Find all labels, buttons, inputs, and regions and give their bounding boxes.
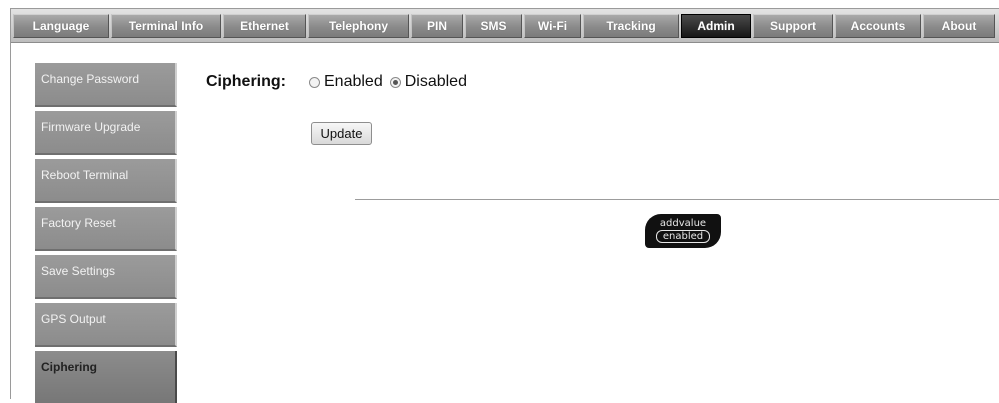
tab-terminal-info[interactable]: Terminal Info — [111, 14, 221, 38]
content-divider — [355, 199, 999, 200]
sidebar-item-save-settings[interactable]: Save Settings — [35, 255, 177, 299]
enabled-radio-label[interactable]: Enabled — [324, 73, 383, 91]
tab-sms[interactable]: SMS — [465, 14, 522, 38]
tab-support[interactable]: Support — [753, 14, 833, 38]
tab-wifi[interactable]: Wi-Fi — [524, 14, 581, 38]
disabled-radio-label[interactable]: Disabled — [405, 73, 467, 91]
tab-language[interactable]: Language — [13, 14, 109, 38]
tab-tracking[interactable]: Tracking — [583, 14, 679, 38]
tab-telephony[interactable]: Telephony — [308, 14, 409, 38]
update-button[interactable]: Update — [311, 122, 372, 145]
tab-admin[interactable]: Admin — [681, 14, 751, 38]
tab-pin[interactable]: PIN — [411, 14, 463, 38]
enabled-radio[interactable] — [309, 76, 320, 88]
tab-ethernet[interactable]: Ethernet — [223, 14, 306, 38]
tab-about[interactable]: About — [923, 14, 995, 38]
sidebar-item-change-password[interactable]: Change Password — [35, 63, 177, 107]
sidebar-item-firmware-upgrade[interactable]: Firmware Upgrade — [35, 111, 177, 155]
admin-page-frame: Language Terminal Info Ethernet Telephon… — [10, 8, 999, 403]
logo-line-1: addvalue — [659, 218, 707, 229]
sidebar-item-gps-output[interactable]: GPS Output — [35, 303, 177, 347]
ciphering-label: Ciphering: — [206, 73, 286, 90]
addvalue-enabled-logo: addvalue enabled — [645, 214, 721, 248]
sidebar-item-ciphering[interactable]: Ciphering — [35, 351, 177, 403]
sidebar-item-factory-reset[interactable]: Factory Reset — [35, 207, 177, 251]
tab-accounts[interactable]: Accounts — [835, 14, 921, 38]
top-navigation-tabs: Language Terminal Info Ethernet Telephon… — [11, 9, 999, 43]
sidebar-item-reboot-terminal[interactable]: Reboot Terminal — [35, 159, 177, 203]
ciphering-radio-group: Enabled Disabled — [309, 73, 474, 91]
logo-line-2: enabled — [655, 230, 711, 243]
disabled-radio[interactable] — [389, 76, 401, 88]
